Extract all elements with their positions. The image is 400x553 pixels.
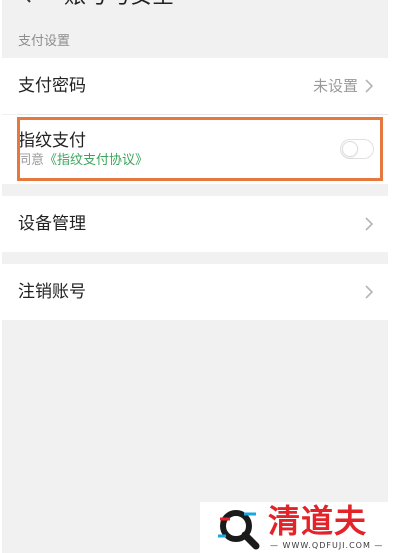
chevron-right-icon: [365, 79, 374, 93]
device-management-title: 设备管理: [18, 214, 86, 234]
chevron-left-icon[interactable]: [16, 0, 36, 8]
payment-password-status: 未设置: [312, 77, 358, 95]
fingerprint-payment-toggle[interactable]: [340, 139, 374, 159]
cancel-account-row[interactable]: 注销账号: [2, 264, 388, 320]
section-label-payment: 支付设置: [18, 34, 71, 49]
watermark-url: — WWW.QDFUJI.COM —: [270, 541, 384, 550]
fingerprint-payment-title: 指纹支付: [18, 131, 86, 151]
watermark-name: 清道夫: [268, 502, 368, 540]
page-header: 账号与安全: [2, 0, 388, 26]
fingerprint-agreement-text: 同意《指纹支付协议》: [18, 152, 148, 170]
chevron-right-icon: [365, 217, 374, 231]
toggle-knob: [342, 141, 358, 157]
device-management-row[interactable]: 设备管理: [2, 196, 388, 252]
page-title: 账号与安全: [64, 0, 174, 12]
account-security-screen: 账号与安全 支付设置 支付密码 未设置 指纹支付 同意《指纹支付协议》 设备管理…: [2, 0, 388, 553]
agreement-prefix: 同意: [18, 153, 45, 168]
fingerprint-payment-row: 指纹支付: [2, 115, 388, 184]
cancel-account-title: 注销账号: [18, 282, 86, 302]
payment-password-row[interactable]: 支付密码 未设置: [2, 58, 388, 114]
magnifier-logo-icon: [218, 510, 260, 550]
fingerprint-agreement-link[interactable]: 《指纹支付协议》: [44, 153, 148, 168]
payment-password-title: 支付密码: [18, 76, 86, 96]
watermark: 清道夫 — WWW.QDFUJI.COM —: [200, 502, 400, 553]
chevron-right-icon: [365, 285, 374, 299]
